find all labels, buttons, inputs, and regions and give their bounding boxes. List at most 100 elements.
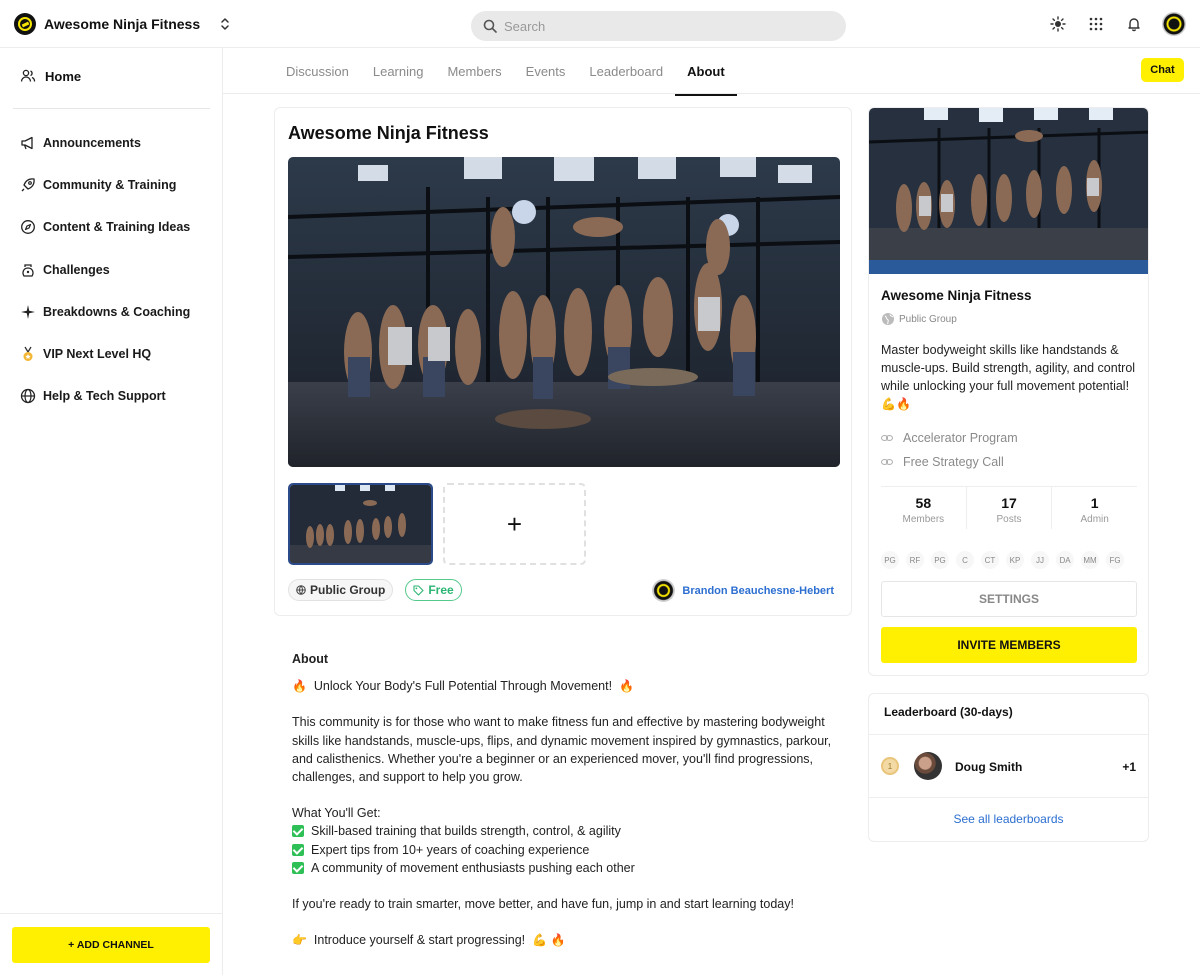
about-section: About 🔥 Unlock Your Body's Full Potentia…: [292, 650, 832, 949]
user-avatar[interactable]: [1162, 12, 1186, 36]
megaphone-icon: [20, 135, 36, 151]
member-avatar[interactable]: CT: [981, 551, 999, 569]
group-title: Awesome Ninja Fitness: [881, 288, 1032, 303]
add-channel-button[interactable]: + ADD CHANNEL: [12, 927, 210, 963]
sidebar-item-breakdowns[interactable]: Breakdowns & Coaching: [20, 291, 190, 333]
sidebar-item-vip[interactable]: VIP Next Level HQ: [20, 333, 190, 375]
chevron-up-down-icon[interactable]: [218, 15, 232, 33]
sidebar-divider: [13, 108, 210, 109]
tab-bar: Discussion Learning Members Events Leade…: [223, 48, 1200, 96]
sidebar-item-label: Challenges: [43, 262, 110, 277]
search-icon: [483, 19, 497, 33]
check-icon: [292, 843, 304, 856]
fire-icon: 🔥: [619, 679, 634, 694]
community-logo: [14, 13, 36, 35]
member-avatar[interactable]: KP: [1006, 551, 1024, 569]
tab-about[interactable]: About: [675, 48, 737, 96]
sun-icon[interactable]: [1048, 14, 1068, 34]
sidebar-item-home[interactable]: Home: [20, 68, 81, 84]
sidebar-item-help[interactable]: Help & Tech Support: [20, 375, 190, 417]
about-closing: 👉 Introduce yourself & start progressing…: [292, 931, 832, 949]
link-free-strategy-call[interactable]: Free Strategy Call: [881, 450, 1018, 474]
leader-name: Doug Smith: [955, 760, 1023, 774]
stat-value: 1: [1090, 495, 1099, 511]
page-title: Awesome Ninja Fitness: [288, 123, 489, 143]
sidebar-item-community-training[interactable]: Community & Training: [20, 164, 190, 206]
about-headline: 🔥 Unlock Your Body's Full Potential Thro…: [292, 677, 832, 695]
check-icon: [292, 861, 304, 874]
check-icon: [292, 825, 304, 838]
sidebar-item-challenges[interactable]: Challenges: [20, 249, 190, 291]
leaderboard-title: Leaderboard (30-days): [884, 705, 1013, 719]
link-icon: [881, 435, 893, 441]
tab-leaderboard[interactable]: Leaderboard: [589, 48, 663, 94]
member-avatar[interactable]: DA: [1056, 551, 1074, 569]
invite-members-button[interactable]: INVITE MEMBERS: [881, 627, 1137, 663]
sidebar-item-label: Breakdowns & Coaching: [43, 304, 191, 319]
about-benefits-heading: What You'll Get:: [292, 806, 381, 821]
bell-icon[interactable]: [1124, 14, 1144, 34]
stat-label: Admin: [1080, 514, 1109, 525]
leaderboard-card: Leaderboard (30-days) 1 Doug Smith +1 Se…: [868, 693, 1149, 842]
sidebar-item-announcements[interactable]: Announcements: [20, 122, 190, 164]
about-media-card: Awesome Ninja Fitness + Public Group Fre…: [274, 107, 852, 616]
hero-photo[interactable]: [288, 157, 840, 467]
group-privacy-label: Public Group: [310, 583, 386, 597]
benefit-text: Skill-based training that builds strengt…: [311, 824, 621, 839]
sidebar-item-label: Help & Tech Support: [43, 389, 166, 404]
about-closing-text: Introduce yourself & start progressing!: [313, 933, 526, 948]
globe-icon: [882, 313, 894, 325]
sidebar-item-label: Content & Training Ideas: [43, 220, 191, 235]
group-description: Master bodyweight skills like handstands…: [881, 341, 1143, 413]
tab-learning[interactable]: Learning: [373, 48, 424, 94]
group-type-label: Public Group: [899, 313, 957, 325]
tab-discussion[interactable]: Discussion: [286, 48, 349, 94]
tab-events[interactable]: Events: [526, 48, 566, 94]
leaderboard-row[interactable]: 1 Doug Smith +1: [869, 734, 1148, 798]
fire-icon: 🔥: [550, 933, 566, 948]
sidebar-item-label: VIP Next Level HQ: [43, 347, 152, 362]
group-privacy-badge: Public Group: [288, 579, 394, 601]
group-info-card: Awesome Ninja Fitness Public Group Maste…: [868, 107, 1149, 676]
flexed-biceps-icon: 💪: [532, 933, 548, 948]
member-avatar[interactable]: C: [956, 551, 974, 569]
sidebar-item-content-ideas[interactable]: Content & Training Ideas: [20, 206, 190, 248]
stat-value: 58: [915, 495, 932, 511]
stat-posts[interactable]: 17 Posts: [967, 487, 1053, 529]
search-input[interactable]: [504, 18, 804, 34]
media-thumbnail[interactable]: [288, 483, 433, 565]
settings-button[interactable]: SETTINGS: [881, 581, 1137, 617]
group-owner[interactable]: Brandon Beauchesne-Hebert: [652, 579, 834, 602]
see-all-leaderboards-link[interactable]: See all leaderboards: [869, 812, 1148, 826]
search-bar[interactable]: [471, 11, 846, 41]
tag-icon: [413, 584, 424, 596]
apps-grid-icon[interactable]: [1086, 14, 1106, 34]
community-switcher[interactable]: Awesome Ninja Fitness: [14, 13, 232, 35]
member-avatar[interactable]: JJ: [1031, 551, 1049, 569]
stat-admin[interactable]: 1 Admin: [1052, 487, 1137, 529]
stat-members[interactable]: 58 Members: [881, 487, 967, 529]
owner-name: Brandon Beauchesne-Hebert: [682, 584, 834, 597]
group-type: Public Group: [881, 312, 957, 326]
tab-members[interactable]: Members: [447, 48, 501, 94]
link-icon: [881, 459, 893, 465]
member-avatar[interactable]: FG: [1106, 551, 1124, 569]
chat-button[interactable]: Chat: [1141, 58, 1184, 82]
kettlebell-icon: [20, 262, 36, 278]
sidebar-item-label: Announcements: [43, 136, 141, 151]
stat-label: Members: [902, 514, 945, 525]
benefit-item: Skill-based training that builds strengt…: [292, 822, 832, 840]
add-media-button[interactable]: +: [443, 483, 586, 565]
stat-value: 17: [1001, 495, 1017, 511]
member-avatar[interactable]: MM: [1081, 551, 1099, 569]
about-cta: If you're ready to train smarter, move b…: [292, 897, 794, 912]
link-accelerator-program[interactable]: Accelerator Program: [881, 426, 1018, 450]
about-intro: This community is for those who want to …: [292, 715, 832, 785]
rank-medal-icon: 1: [881, 757, 899, 775]
about-heading: About: [292, 652, 329, 666]
member-avatar[interactable]: RF: [906, 551, 924, 569]
globe-icon: [20, 388, 36, 404]
member-avatar[interactable]: PG: [931, 551, 949, 569]
member-avatar[interactable]: PG: [881, 551, 899, 569]
rocket-icon: [20, 177, 36, 193]
